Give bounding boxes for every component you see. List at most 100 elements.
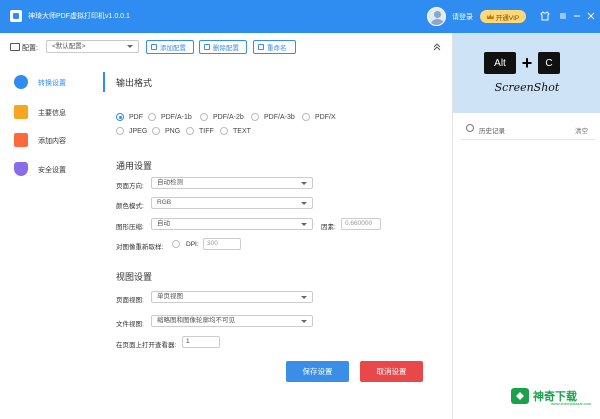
page-view-label: 页面视图: (116, 297, 144, 304)
rename-button[interactable]: 重命名 (253, 40, 296, 54)
radio-pdfa2b[interactable] (200, 113, 208, 121)
general-settings-title: 通用设置 (116, 161, 153, 171)
resample-checkbox[interactable] (172, 240, 180, 248)
menu-icon[interactable] (557, 10, 569, 22)
convert-icon (14, 75, 28, 89)
rename-icon (258, 44, 264, 50)
sidebar-item-label: 安全设置 (38, 167, 66, 174)
radio-label-text: TEXT (233, 128, 251, 135)
chevron-down-icon (301, 182, 307, 185)
key-alt: Alt (484, 52, 516, 74)
save-settings-button[interactable]: 保存设置 (286, 361, 349, 382)
doc-view-select[interactable]: 缩略图和图像轮廓均不可见 (151, 315, 313, 327)
page-view-value: 单页视图 (157, 293, 183, 300)
sidebar-item-convert[interactable]: 转换设置 (10, 73, 95, 91)
watermark: 神奇下载 www.shenqixiazai.com (511, 386, 597, 406)
radio-label-tiff: TIFF (199, 128, 214, 135)
delete-icon (204, 44, 210, 50)
history-icon (466, 124, 474, 132)
doc-view-label: 文件视图: (116, 321, 144, 328)
radio-label-pdf: PDF (129, 114, 143, 121)
screenshot-label: ScreenShot (494, 81, 560, 94)
cancel-settings-button[interactable]: 取消设置 (360, 361, 423, 382)
info-icon (14, 105, 28, 119)
profile-label: 配置: (22, 45, 38, 52)
crown-icon (486, 14, 494, 19)
add-config-button[interactable]: 添加配置 (146, 40, 194, 54)
factor-label: 因素: (321, 224, 336, 231)
output-format-title: 输出格式 (116, 78, 153, 88)
radio-pdfa1b[interactable] (148, 113, 156, 121)
screenshot-preview[interactable]: Alt + C ScreenShot (453, 33, 600, 113)
shield-icon (14, 162, 28, 176)
radio-label-png: PNG (165, 128, 181, 135)
radio-label-pdfa2b: PDF/A-2b (213, 114, 244, 121)
compression-select[interactable]: 自动 (151, 218, 313, 230)
open-page-input[interactable]: 1 (182, 336, 220, 348)
radio-pdfa3b[interactable] (251, 113, 259, 121)
sidebar-item-info[interactable]: 主要信息 (10, 103, 95, 121)
app-logo-icon (10, 10, 22, 22)
close-icon[interactable] (585, 10, 597, 22)
config-icon (10, 43, 20, 51)
radio-jpeg[interactable] (116, 127, 124, 135)
radio-text[interactable] (220, 127, 228, 135)
minimize-icon[interactable] (571, 10, 583, 22)
rename-label: 重命名 (267, 45, 287, 52)
chevron-down-icon (301, 320, 307, 323)
delete-config-label: 删除配置 (213, 45, 239, 52)
color-mode-select[interactable]: RGB (151, 197, 313, 209)
sidebar: 转换设置 主要信息 添加内容 安全设置 (0, 59, 100, 419)
sidebar-item-security[interactable]: 安全设置 (10, 160, 95, 178)
radio-label-pdfx: PDF/X (315, 114, 336, 121)
watermark-logo-icon (511, 388, 529, 404)
vip-label: 开通VIP (495, 14, 520, 22)
login-link[interactable]: 请登录 (452, 12, 473, 22)
config-toolbar: 配置: <默认配置> 添加配置 删除配置 重命名 (0, 33, 452, 59)
radio-png[interactable] (152, 127, 160, 135)
radio-label-pdfa3b: PDF/A-3b (264, 114, 295, 121)
compression-value: 自动 (157, 220, 170, 227)
sidebar-item-label: 转换设置 (38, 80, 66, 87)
color-mode-value: RGB (157, 199, 172, 206)
page-orientation-label: 页面方向: (116, 183, 144, 190)
dpi-input[interactable]: 300 (203, 238, 241, 250)
avatar[interactable] (427, 7, 446, 26)
sidebar-item-label: 添加内容 (38, 138, 66, 145)
key-c: C (538, 52, 560, 74)
radio-pdf[interactable] (116, 113, 124, 121)
profile-select[interactable]: <默认配置> (46, 40, 139, 53)
profile-value: <默认配置> (52, 43, 86, 50)
resample-label: 对图像重新取样: (116, 244, 164, 251)
history-label: 历史记录 (479, 128, 505, 135)
right-panel: Alt + C ScreenShot 历史记录 清空 (452, 33, 600, 419)
add-content-icon (14, 133, 28, 147)
radio-pdfx[interactable] (302, 113, 310, 121)
doc-view-value: 缩略图和图像轮廓均不可见 (157, 317, 235, 324)
add-config-label: 添加配置 (160, 45, 186, 52)
color-mode-label: 颜色模式: (116, 203, 144, 210)
view-settings-title: 视图设置 (116, 272, 153, 282)
page-view-select[interactable]: 单页视图 (151, 291, 313, 303)
chevron-down-icon (301, 202, 307, 205)
sidebar-item-label: 主要信息 (38, 110, 66, 117)
chevron-down-icon (301, 296, 307, 299)
add-icon (151, 44, 157, 50)
clear-history-button[interactable]: 清空 (575, 125, 588, 135)
key-plus: + (521, 53, 533, 73)
factor-input[interactable]: 0.660000 (341, 218, 381, 230)
dpi-label: DPI: (186, 241, 199, 248)
title-bar: 神琦大师PDF虚拟打印机v1.0.0.1 请登录 开通VIP (0, 0, 600, 33)
shirt-icon[interactable] (539, 10, 551, 22)
active-indicator (103, 72, 105, 92)
app-title: 神琦大师PDF虚拟打印机v1.0.0.1 (28, 13, 130, 20)
vip-button[interactable]: 开通VIP (480, 10, 526, 23)
sidebar-item-add-content[interactable]: 添加内容 (10, 131, 95, 149)
page-orientation-select[interactable]: 自动检测 (151, 177, 313, 189)
history-divider (461, 139, 595, 140)
delete-config-button[interactable]: 删除配置 (199, 40, 247, 54)
collapse-icon[interactable] (432, 42, 442, 52)
page-orientation-value: 自动检测 (157, 179, 183, 186)
radio-tiff[interactable] (186, 127, 194, 135)
open-page-label: 在页面上打开查看器: (116, 342, 177, 349)
